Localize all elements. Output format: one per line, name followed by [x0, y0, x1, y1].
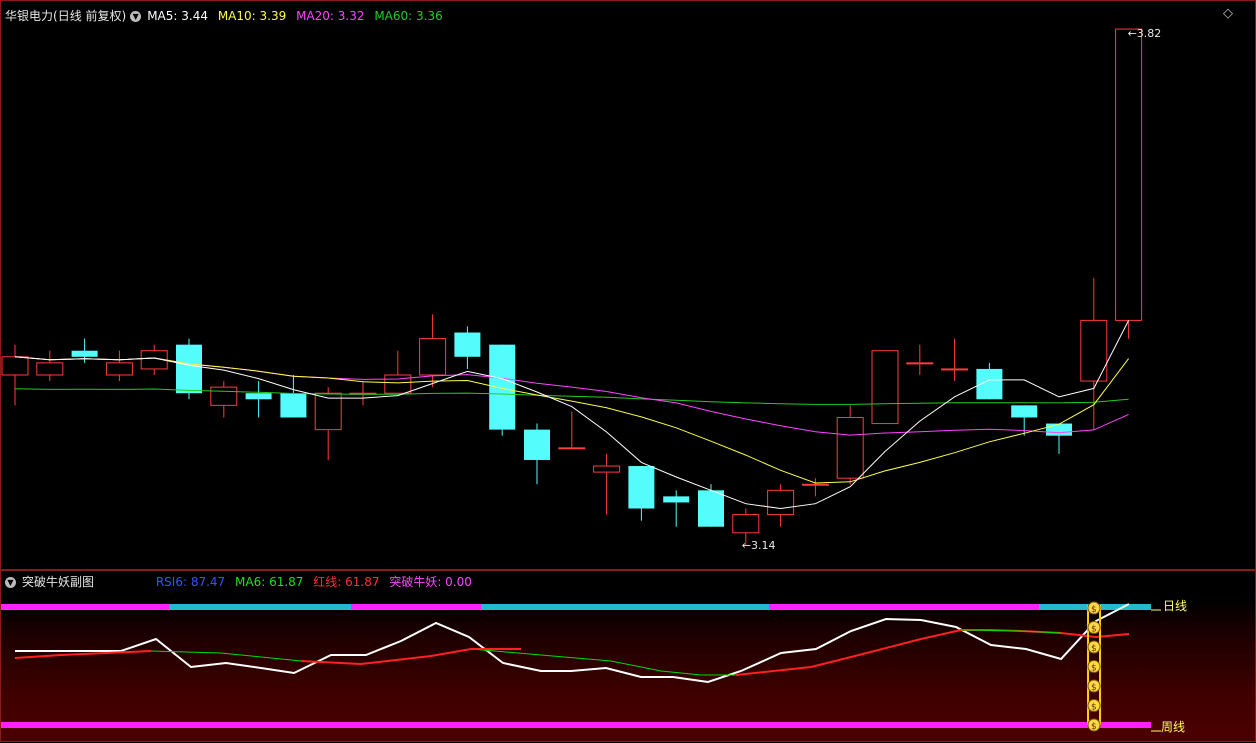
- candle-body: [524, 429, 550, 460]
- candle-body: [1046, 423, 1072, 436]
- candle-body: [176, 344, 202, 394]
- money-bag-symbol: $: [1091, 703, 1097, 713]
- candle-body: [732, 514, 760, 534]
- candle-body: [1115, 28, 1143, 321]
- candle-body: [489, 344, 516, 430]
- candle-body: [593, 465, 621, 473]
- red-line-right: [735, 629, 1130, 676]
- money-bag-symbol: $: [1091, 683, 1097, 693]
- money-bag-symbol: $: [1091, 644, 1097, 654]
- candle-body: [1080, 319, 1108, 382]
- daily-band: [769, 604, 1039, 610]
- candle-body: [419, 338, 447, 376]
- candle-body: [36, 362, 64, 376]
- candle-body: [454, 332, 481, 357]
- candle-body: [1, 356, 29, 376]
- candle-body: [314, 392, 342, 431]
- red-line-left: [14, 650, 152, 659]
- kline-chart-panel[interactable]: 华银电力(日线 前复权) ▼ MA5: 3.44 MA10: 3.39 MA20: …: [0, 0, 1256, 570]
- candle-body: [836, 416, 864, 479]
- kline-svg: ←3.82 ←3.14: [1, 27, 1162, 552]
- candle-body: [210, 386, 238, 406]
- candle-body: [871, 350, 899, 425]
- candle-body: [105, 362, 133, 376]
- high-price-label: ←3.82: [1128, 27, 1162, 40]
- daily-label: 日线: [1163, 599, 1187, 613]
- candle-body: [698, 490, 724, 527]
- daily-band: [351, 604, 481, 610]
- candle-body: [801, 483, 829, 486]
- candle-body: [906, 362, 934, 365]
- candle-body: [558, 447, 586, 450]
- daily-band: [1, 604, 169, 610]
- candle-body: [663, 496, 690, 503]
- candle-body: [245, 393, 272, 400]
- weekly-band: [1, 722, 1151, 728]
- candle-body: [941, 368, 969, 371]
- candle-body: [628, 466, 655, 509]
- money-bag-symbol: $: [1091, 605, 1097, 615]
- money-bag-symbol: $: [1091, 722, 1097, 732]
- rsi-line: [15, 603, 1130, 684]
- money-bag-symbol: $: [1091, 664, 1097, 674]
- candle-body: [71, 350, 98, 357]
- daily-band: [481, 604, 769, 610]
- candle-body: [767, 489, 795, 516]
- weekly-label: 周线: [1161, 720, 1185, 734]
- indicator-panel[interactable]: ▼ 突破牛妖副图 RSI6: 87.47 MA6: 61.87 红线: 61.87…: [0, 570, 1256, 742]
- candle-body: [1011, 405, 1038, 418]
- daily-band: [169, 604, 351, 610]
- candle-body: [280, 393, 307, 418]
- indicator-svg: 日线周线 $ $ $ $ $ $ $: [1, 599, 1187, 734]
- money-bag-symbol: $: [1091, 625, 1097, 635]
- low-price-label: ←3.14: [742, 539, 776, 552]
